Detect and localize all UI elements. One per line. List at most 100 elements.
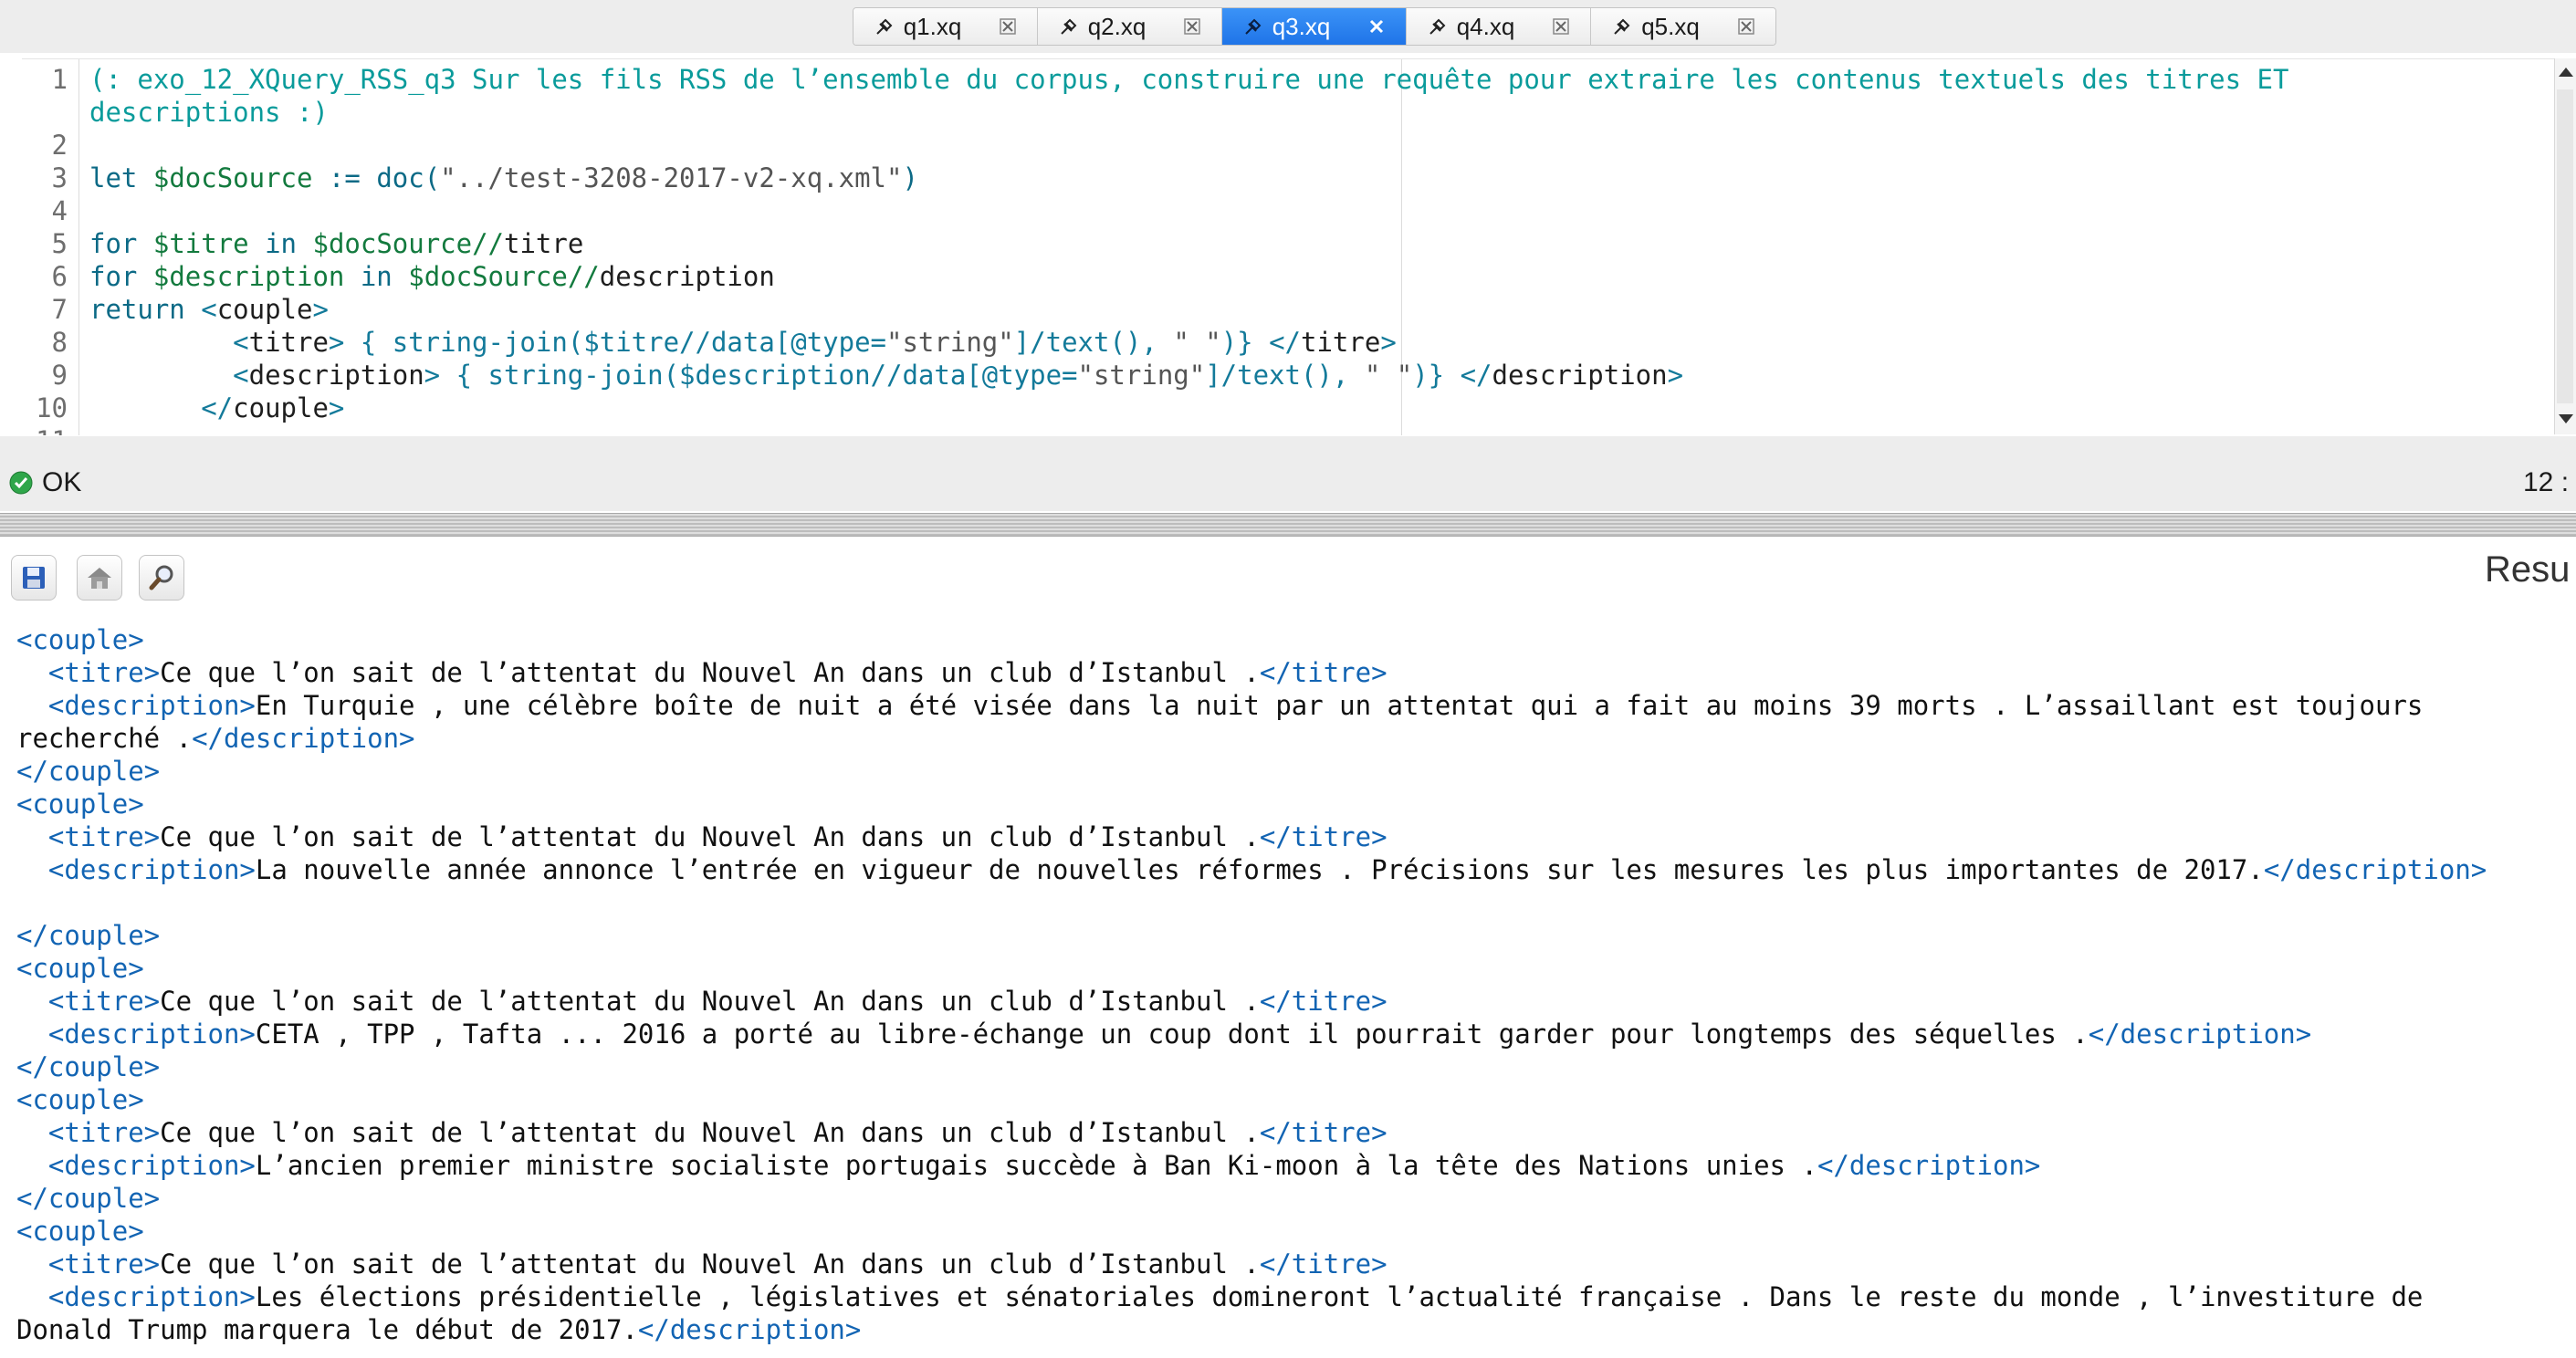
tag-bracket: > — [328, 392, 345, 423]
xml-tag: <titre> — [47, 986, 161, 1017]
xml-tag: <description> — [47, 1018, 256, 1050]
xml-tag: </titre> — [1259, 1248, 1387, 1280]
tag-name: titre — [248, 327, 329, 358]
variable: $docSource — [152, 162, 313, 193]
tag-bracket: < — [201, 294, 217, 325]
result-line-titre: <titre>Ce que l’on sait de l’attentat du… — [16, 1116, 1387, 1149]
line-number: 5 — [51, 228, 68, 259]
tab-q2[interactable]: q2.xq — [1038, 8, 1222, 45]
comment-text: (: exo_12_XQuery_RSS_q3 Sur les fils RSS… — [89, 64, 2289, 95]
xml-tag: </titre> — [1259, 1117, 1387, 1148]
path-step: titre — [504, 228, 584, 259]
result-line-titre: <titre>Ce que l’on sait de l’attentat du… — [16, 656, 1387, 689]
string-literal: " " — [1364, 360, 1413, 391]
code-line-5[interactable]: for $titre in $docSource//titre — [89, 227, 583, 260]
tab-q3[interactable]: q3.xq — [1222, 8, 1407, 45]
search-result-button[interactable] — [139, 555, 184, 601]
expression: > { string-join($description//data[@type… — [424, 360, 1078, 391]
keyword-return: return — [89, 294, 185, 325]
variable: $docSource// — [408, 261, 600, 292]
xml-tag-close-couple: </couple> — [16, 1183, 161, 1214]
line-number: 7 — [51, 294, 68, 325]
result-line-description: <description>CETA , TPP , Tafta ... 2016… — [16, 1018, 2311, 1050]
tab-q1[interactable]: q1.xq — [853, 8, 1038, 45]
string-literal: "../test-3208-2017-v2-xq.xml" — [440, 162, 903, 193]
xml-tag: </description> — [2088, 1018, 2312, 1050]
keyword-in: in — [360, 261, 393, 292]
titre-text: Ce que l’on sait de l’attentat du Nouvel… — [160, 986, 1260, 1017]
result-line-description: <description>L’ancien premier ministre s… — [16, 1149, 2040, 1182]
result-line-description: <description>En Turquie , une célèbre bo… — [16, 689, 2423, 722]
xquery-file-icon — [1060, 18, 1077, 35]
tag-bracket: </ — [201, 392, 234, 423]
result-line-titre: <titre>Ce que l’on sait de l’attentat du… — [16, 820, 1387, 853]
floppy-disk-icon — [23, 567, 45, 589]
expression: )} </ — [1220, 327, 1302, 358]
xml-tag: </titre> — [1259, 986, 1387, 1017]
expression: ]/text(), — [1013, 327, 1174, 358]
tab-label: q4.xq — [1456, 12, 1515, 40]
save-result-button[interactable] — [11, 555, 57, 601]
code-line-3[interactable]: let $docSource := doc("../test-3208-2017… — [89, 162, 918, 194]
close-tab-icon[interactable] — [1368, 18, 1385, 35]
expression: )} </ — [1412, 360, 1492, 391]
variable: $description — [152, 261, 345, 292]
scroll-down-arrow-icon[interactable] — [2559, 414, 2573, 423]
file-tabs: q1.xq q2.xq q3.xq q4.xq q5.xq — [853, 7, 1776, 46]
line-number: 1 — [51, 64, 68, 95]
xml-tag: <titre> — [47, 1248, 161, 1280]
xquery-file-icon — [1614, 18, 1630, 35]
code-line-8[interactable]: <titre> { string-join($titre//data[@type… — [89, 326, 1397, 359]
string-literal: "string" — [886, 327, 1014, 358]
code-line-1[interactable]: (: exo_12_XQuery_RSS_q3 Sur les fils RSS… — [89, 63, 2288, 96]
xml-tag-close-couple: </couple> — [16, 1051, 161, 1082]
code-line-1-wrap[interactable]: descriptions :) — [89, 96, 329, 129]
code-editor[interactable]: 1 2 3 4 5 6 7 8 9 10 11 (: exo_12_XQuery… — [22, 58, 2554, 435]
xquery-file-icon — [1429, 18, 1446, 35]
xml-tag-open-couple: <couple> — [16, 953, 144, 984]
close-tab-icon[interactable] — [1553, 18, 1570, 35]
string-literal: " " — [1173, 327, 1221, 358]
xml-tag-open-couple: <couple> — [16, 1084, 144, 1115]
comment-text: descriptions :) — [89, 97, 329, 128]
tag-bracket: > — [1380, 327, 1397, 358]
status-bar — [0, 436, 2576, 511]
xml-tag: <titre> — [47, 1117, 161, 1148]
magnifier-icon — [149, 565, 173, 590]
tag-bracket: > — [312, 294, 329, 325]
close-tab-icon[interactable] — [1738, 18, 1754, 35]
line-number: 3 — [51, 162, 68, 193]
xml-tag-close-couple: </couple> — [16, 920, 161, 951]
xml-tag: <description> — [47, 854, 256, 885]
scroll-thumb[interactable] — [2557, 89, 2573, 403]
tag-name: couple — [216, 294, 313, 325]
code-line-6[interactable]: for $description in $docSource//descript… — [89, 260, 775, 293]
close-tab-icon[interactable] — [1000, 18, 1017, 35]
close-tab-icon[interactable] — [1184, 18, 1201, 35]
result-panel-title: Resu — [2485, 549, 2571, 590]
expression: > { string-join($titre//data[@type= — [328, 327, 887, 358]
expression: ]/text(), — [1205, 360, 1365, 391]
home-button[interactable] — [77, 555, 122, 601]
tab-q4[interactable]: q4.xq — [1407, 8, 1591, 45]
code-line-10[interactable]: </couple> — [89, 392, 344, 424]
line-number-gutter: 1 2 3 4 5 6 7 8 9 10 11 — [22, 59, 79, 435]
titre-text: Ce que l’on sait de l’attentat du Nouvel… — [160, 1248, 1260, 1280]
xml-tag: </description> — [637, 1314, 862, 1345]
keyword-in: in — [265, 228, 298, 259]
code-line-7[interactable]: return <couple> — [89, 293, 329, 326]
tab-q5[interactable]: q5.xq — [1591, 8, 1775, 45]
editor-vertical-scrollbar[interactable] — [2554, 58, 2576, 434]
panel-splitter[interactable] — [0, 513, 2576, 537]
code-line-9[interactable]: <description> { string-join($description… — [89, 359, 1683, 392]
xml-tag: <titre> — [47, 657, 161, 688]
line-number: 6 — [51, 261, 68, 292]
line-number: 10 — [36, 392, 68, 423]
scroll-up-arrow-icon[interactable] — [2559, 68, 2573, 77]
tag-bracket: < — [233, 327, 249, 358]
line-number: 2 — [51, 130, 68, 161]
description-text: Les élections présidentielle , législati… — [255, 1281, 2424, 1312]
tag-bracket: > — [1667, 360, 1684, 391]
xml-tag: </titre> — [1259, 657, 1387, 688]
tab-label: q1.xq — [903, 12, 962, 40]
